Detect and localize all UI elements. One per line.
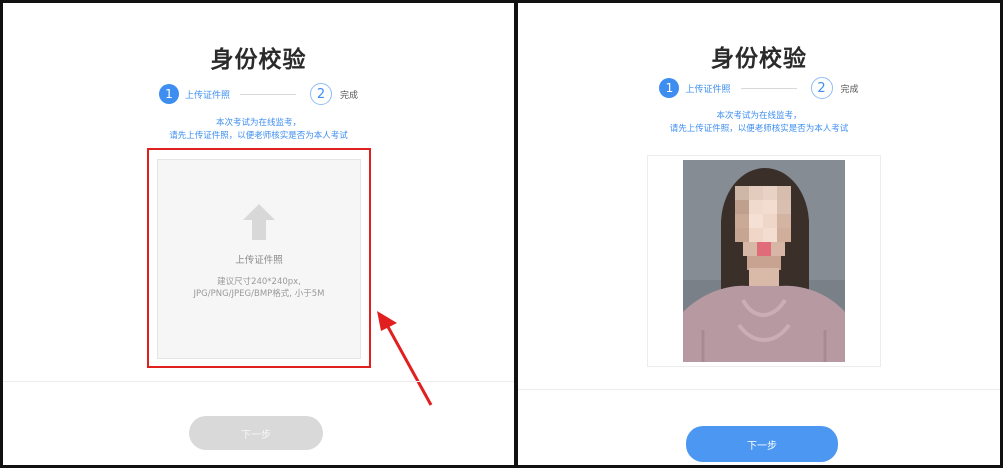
page-title: 身份校验 [210, 47, 307, 73]
upload-area[interactable]: 上传证件照 建议尺寸240*240px, JPG/PNG/JPEG/BMP格式,… [157, 159, 361, 359]
step-1-label: 上传证件照 [685, 84, 731, 95]
step-2-circle: 2 [310, 83, 332, 105]
notice-text: 本次考试为在线监考， 请先上传证件照，以便老师核实是否为本人考试 [3, 117, 514, 143]
notice-line-2: 请先上传证件照，以便老师核实是否为本人考试 [169, 131, 348, 141]
upload-hint-line-1: 建议尺寸240*240px, [217, 277, 301, 287]
upload-hint: 建议尺寸240*240px, JPG/PNG/JPEG/BMP格式, 小于5M [158, 276, 360, 300]
page-title: 身份校验 [711, 46, 807, 72]
notice-line-1: 本次考试为在线监考， [716, 111, 802, 121]
footer-separator [3, 381, 514, 382]
next-step-button[interactable]: 下一步 [686, 426, 838, 462]
upload-title: 上传证件照 [235, 255, 283, 266]
notice-line-2: 请先上传证件照，以便老师核实是否为本人考试 [669, 124, 849, 134]
step-indicator: 1 上传证件照 2 完成 [3, 83, 514, 105]
left-panel: 身份校验 1 上传证件照 2 完成 本次考试为在线监考， 请先上传证件照，以便老… [3, 3, 514, 465]
step-connector [740, 87, 797, 89]
footer-separator [518, 389, 1000, 390]
notice-line-1: 本次考试为在线监考， [215, 118, 301, 128]
step-connector [240, 93, 296, 95]
uploaded-photo-frame[interactable] [647, 155, 881, 367]
next-step-button[interactable]: 下一步 [189, 416, 323, 450]
step-indicator: 1 上传证件照 2 完成 [518, 77, 1000, 99]
right-panel: 身份校验 1 上传证件照 2 完成 本次考试为在线监考， 请先上传证件照，以便老… [518, 3, 1000, 465]
step-2-circle: 2 [810, 77, 833, 99]
notice-text: 本次考试为在线监考， 请先上传证件照，以便老师核实是否为本人考试 [518, 110, 1000, 136]
red-arrow-icon [377, 311, 433, 406]
step-1-label: 上传证件照 [184, 90, 230, 101]
uploaded-photo [683, 160, 845, 362]
step-1-circle: 1 [659, 78, 680, 98]
upload-hint-line-2: JPG/PNG/JPEG/BMP格式, 小于5M [193, 289, 325, 299]
step-2-label: 完成 [840, 84, 859, 95]
step-2-label: 完成 [340, 90, 359, 101]
step-1-circle: 1 [158, 84, 179, 104]
upload-arrow-icon [243, 204, 275, 240]
